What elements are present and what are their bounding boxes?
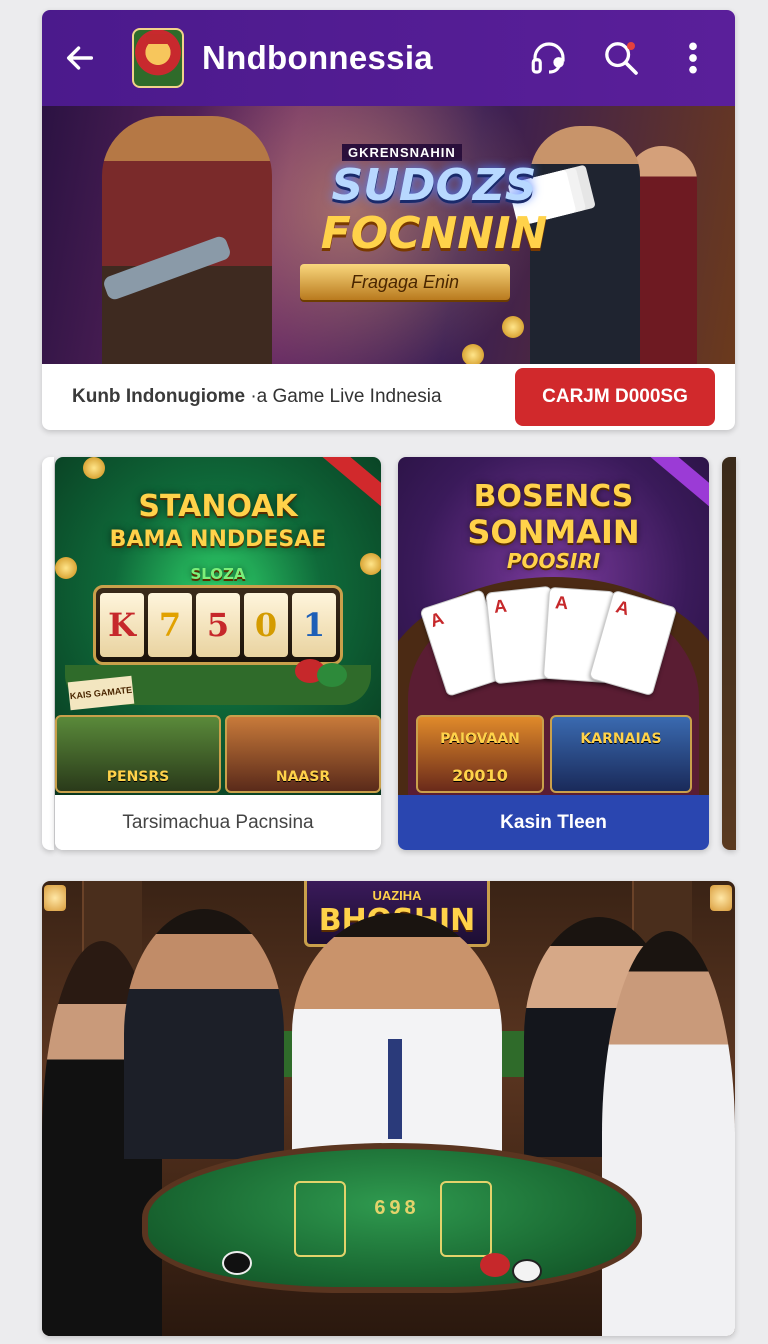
game-art-casino: BOSENCS SONMAIN POOSIRI A A A A PAIOVAAN… xyxy=(398,457,709,795)
carousel-next-card-edge[interactable] xyxy=(722,457,736,850)
game-card-casino[interactable]: BOSENCS SONMAIN POOSIRI A A A A PAIOVAAN… xyxy=(398,457,709,850)
game-art-title: STANOAK xyxy=(138,489,298,524)
game-art-subtitle: BAMA NNDDESAE xyxy=(109,527,327,552)
search-button[interactable] xyxy=(597,34,645,82)
app-bar: Nndbonnessia xyxy=(42,10,735,106)
wall-lamp xyxy=(710,885,732,911)
player-man-right xyxy=(602,931,735,1336)
thumb-label: NAASR xyxy=(275,769,331,785)
reel: K xyxy=(100,593,144,657)
player-man-left xyxy=(124,909,284,1159)
more-vertical-icon xyxy=(689,42,697,74)
chip-stack xyxy=(512,1259,542,1283)
game-thumb: NAASR xyxy=(225,715,381,793)
live-casino-scene: UAZIHA BHOSHIN 698 xyxy=(42,881,735,1336)
headset-icon xyxy=(531,42,565,74)
reel: 1 xyxy=(292,593,336,657)
dealer-tie xyxy=(388,1039,402,1139)
chip-stack xyxy=(222,1251,252,1275)
game-card-label: Tarsimachua Pacnsina xyxy=(55,795,381,850)
live-casino-card[interactable]: UAZIHA BHOSHIN 698 xyxy=(42,881,735,1336)
app-title: Nndbonnessia xyxy=(202,39,433,76)
game-art-tagline: POOSIRI xyxy=(506,549,601,573)
hero-banner[interactable]: GKRENSNAHIN SUDOZS FOCNNIN Fragaga Enin xyxy=(42,106,735,364)
game-thumb: KARNAIAS xyxy=(550,715,692,793)
hero-caption-rest: ·a Game Live Indnesia xyxy=(245,386,442,407)
arrow-left-icon xyxy=(66,46,94,70)
game-art-title: BOSENCS xyxy=(473,479,634,514)
table-betting-text: 698 xyxy=(374,1197,420,1219)
slot-reels: K 7 5 0 1 xyxy=(93,585,343,665)
table-sign: KAIS GAMATE xyxy=(67,675,135,711)
hero-caption-bold: Kunb Indonugiome xyxy=(72,386,246,407)
game-thumb: PENSRS xyxy=(55,715,221,793)
game-art-subtitle: SONMAIN xyxy=(467,513,640,551)
hero-ribbon: Fragaga Enin xyxy=(300,264,510,300)
coin-decoration xyxy=(502,316,524,338)
reel: 5 xyxy=(196,593,240,657)
hero-title-line2: FOCNNIN xyxy=(320,208,548,259)
notification-dot xyxy=(627,42,635,50)
search-icon xyxy=(605,42,638,75)
game-card-slots[interactable]: STANOAK BAMA NNDDESAE SLOZA K 7 5 0 1 KA… xyxy=(55,457,381,850)
app-logo xyxy=(132,28,184,88)
hero-kicker: GKRENSNAHIN xyxy=(342,144,462,161)
thumb-label: KARNAIAS xyxy=(580,731,662,747)
game-thumb: PAIOVAAN 20010 xyxy=(416,715,544,793)
game-card-label: Kasin Tleen xyxy=(398,795,709,850)
thumb-label: PENSRS xyxy=(106,769,170,785)
thumb-label: PAIOVAAN xyxy=(440,731,520,747)
wall-lamp xyxy=(44,885,66,911)
more-menu-button[interactable] xyxy=(669,34,717,82)
support-button[interactable] xyxy=(525,34,573,82)
featured-card: Nndbonnessia GKRENSNAHIN SUDOZS FOCNNIN … xyxy=(42,10,735,430)
thumb-number: 20010 xyxy=(452,766,508,785)
carousel-prev-card-edge[interactable] xyxy=(42,457,54,850)
venue-sign-top: UAZIHA xyxy=(372,887,422,903)
hero-character-soldier xyxy=(102,116,272,364)
back-button[interactable] xyxy=(60,38,100,78)
reel-badge: SLOZA xyxy=(190,565,246,583)
game-art-slots: STANOAK BAMA NNDDESAE SLOZA K 7 5 0 1 KA… xyxy=(55,457,381,795)
reel: 0 xyxy=(244,593,288,657)
hero-footer: Kunb Indonugiome ·a Game Live Indnesia C… xyxy=(42,364,735,430)
cta-button[interactable]: CARJM D000SG xyxy=(515,368,715,426)
hero-title-line1: SUDOZS xyxy=(331,160,537,211)
reel: 7 xyxy=(148,593,192,657)
hero-caption: Kunb Indonugiome ·a Game Live Indnesia xyxy=(72,386,515,408)
coin-decoration xyxy=(462,344,484,364)
chip-stack xyxy=(480,1253,510,1277)
